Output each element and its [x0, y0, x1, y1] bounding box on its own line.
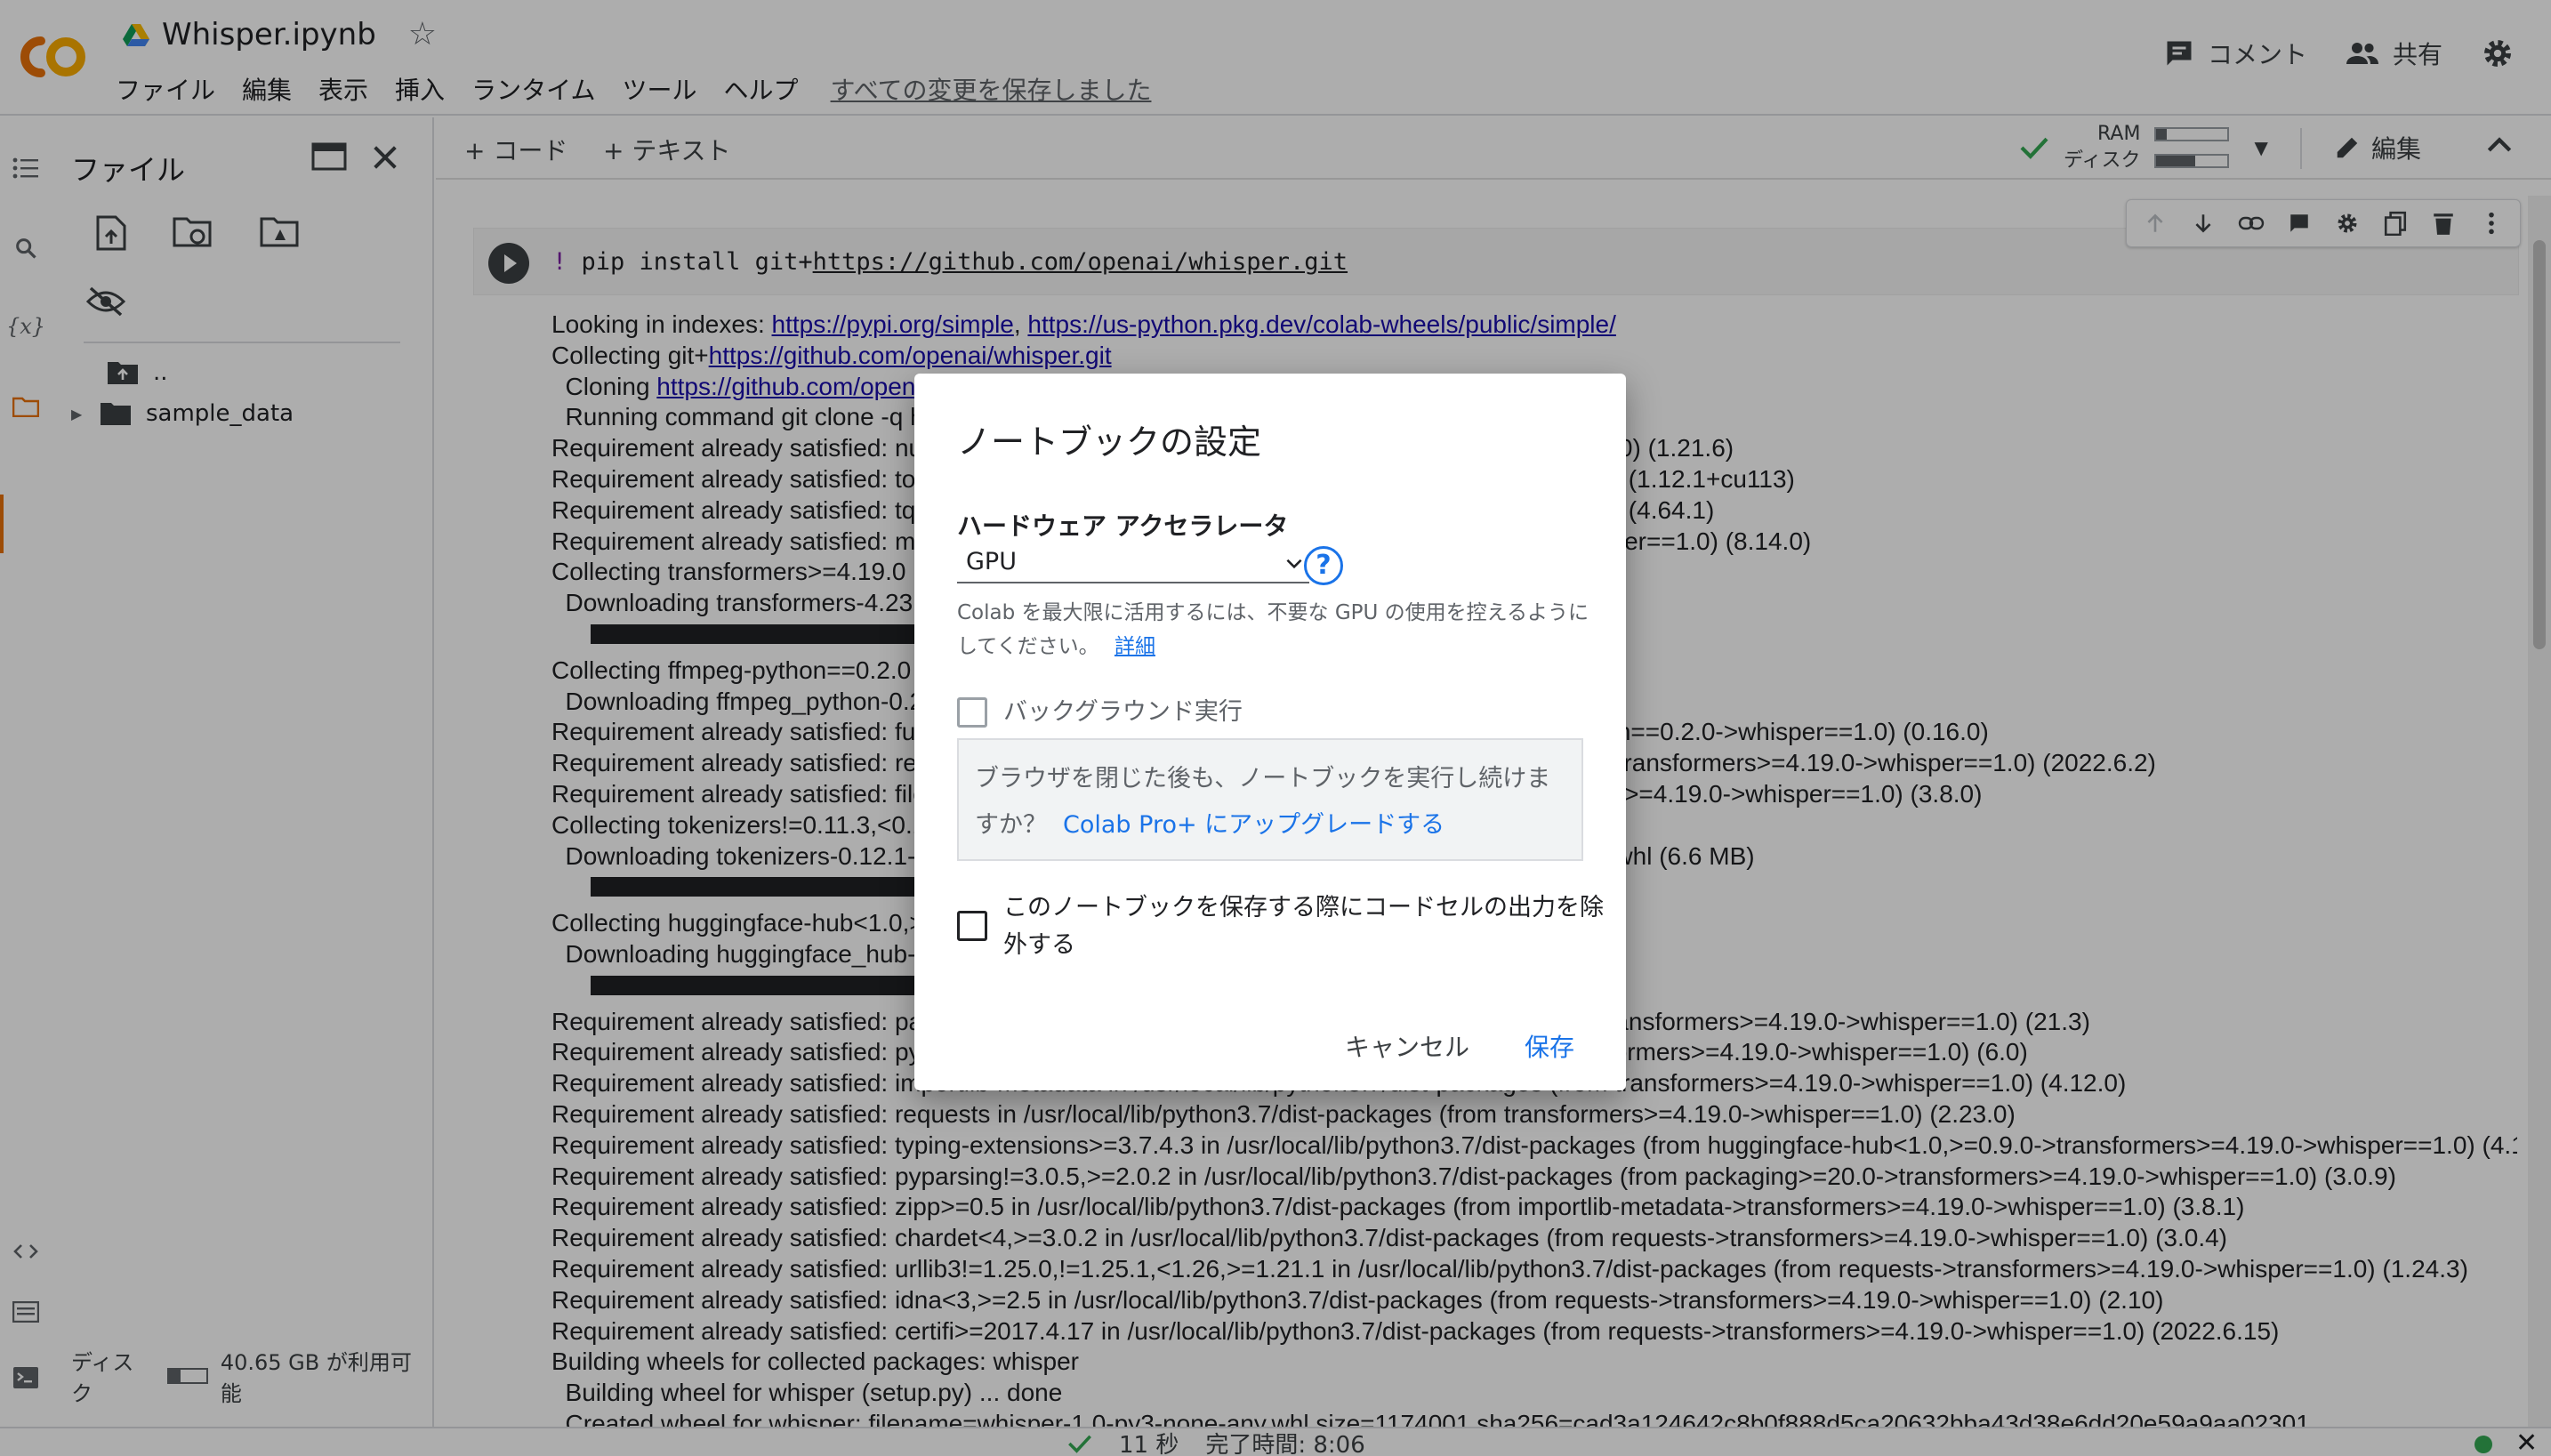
dialog-title: ノートブックの設定 — [957, 422, 1262, 462]
help-icon[interactable]: ? — [1304, 546, 1343, 585]
learn-more-link[interactable]: 詳細 — [1115, 635, 1155, 658]
accelerator-select[interactable]: GPU — [957, 543, 1309, 583]
dialog-actions: キャンセル 保存 — [1345, 1028, 1574, 1064]
chevron-down-icon — [1286, 559, 1302, 569]
omit-output-label: このノートブックを保存する際にコードセルの出力を除外する — [1003, 894, 1604, 959]
background-execution-checkbox[interactable] — [957, 697, 987, 728]
cancel-button[interactable]: キャンセル — [1345, 1028, 1469, 1064]
upgrade-link[interactable]: Colab Pro+ にアップグレードする — [1063, 811, 1444, 839]
omit-output-checkbox[interactable] — [957, 911, 987, 941]
notebook-settings-dialog: ノートブックの設定 ハードウェア アクセラレータ GPU ? Colab を最大… — [914, 374, 1626, 1090]
gpu-usage-hint: Colab を最大限に活用するには、不要な GPU の使用を控えるようにしてくだ… — [957, 596, 1597, 664]
background-execution-label: バックグラウンド実行 — [1003, 698, 1243, 726]
accelerator-label: ハードウェア アクセラレータ — [957, 511, 1289, 541]
accelerator-value: GPU — [966, 548, 1017, 575]
upgrade-notice: ブラウザを閉じた後も、ノートブックを実行し続けますか？ Colab Pro+ にア… — [957, 738, 1583, 861]
gpu-usage-hint-text: Colab を最大限に活用するには、不要な GPU の使用を控えるようにしてくだ… — [957, 601, 1589, 658]
save-button[interactable]: 保存 — [1525, 1028, 1574, 1064]
